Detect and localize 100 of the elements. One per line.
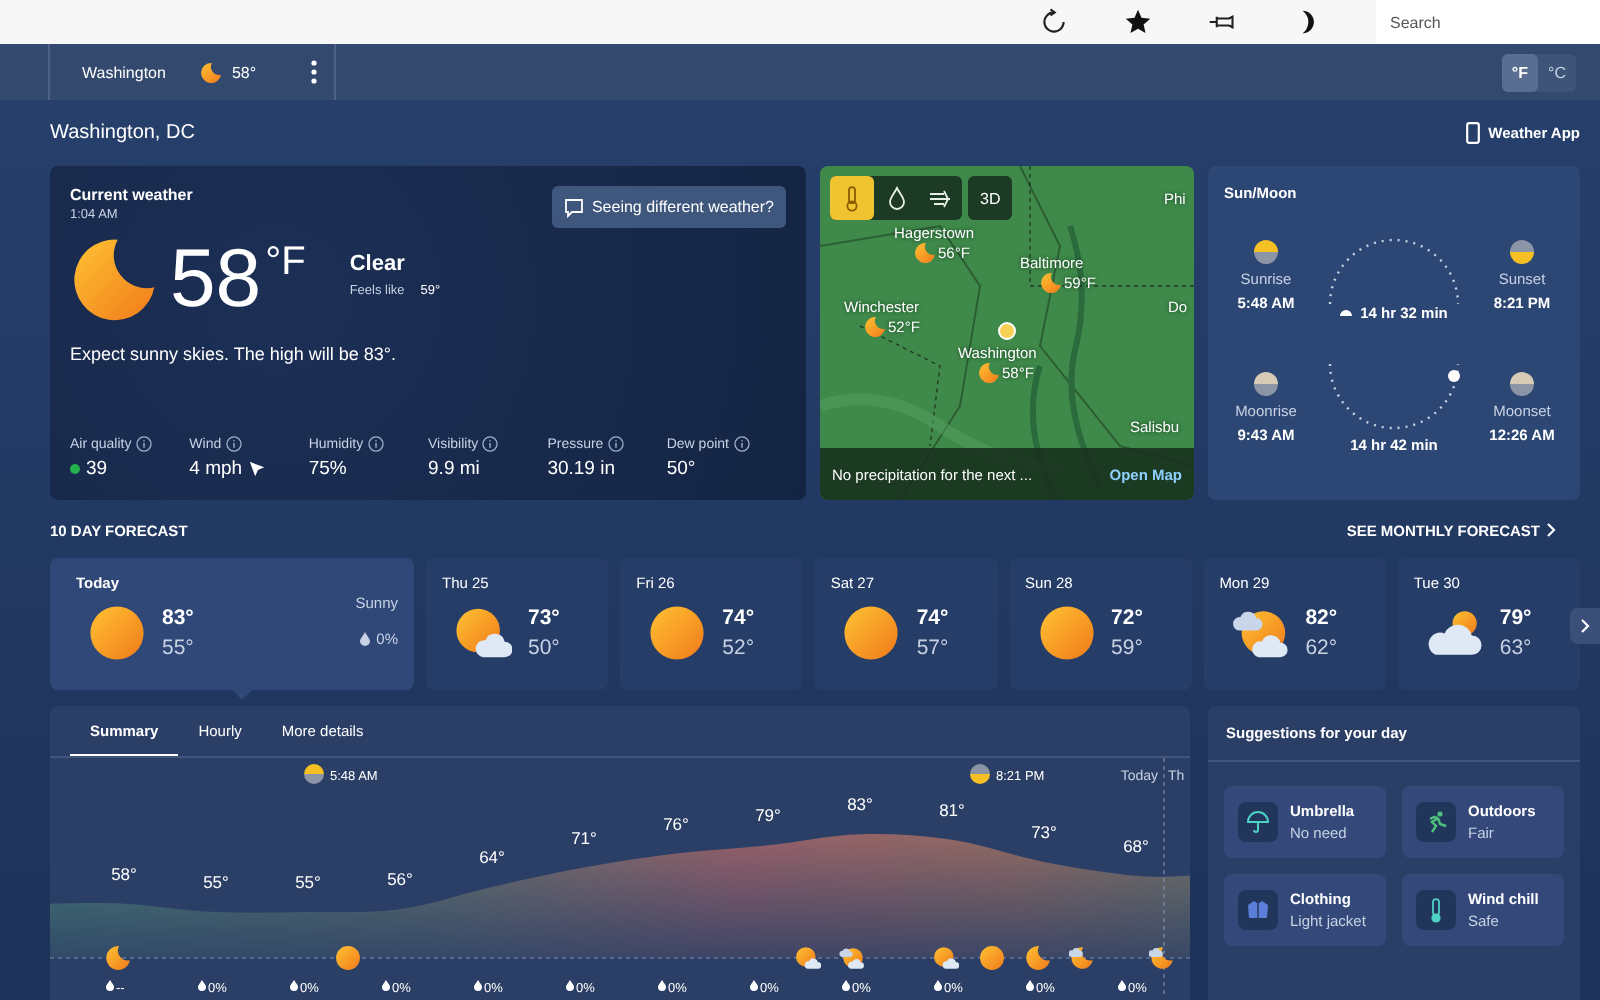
temperature-label: 56° (387, 869, 413, 890)
chevron-right-icon (1580, 618, 1590, 634)
drop-icon (474, 980, 482, 991)
drop-icon (887, 186, 905, 210)
sun-cloud-icon (796, 947, 822, 969)
sun-icon (336, 946, 360, 970)
sun-icon (1037, 604, 1096, 662)
sun-marker-icon (1340, 308, 1353, 316)
high-temperature: 72° (1111, 606, 1143, 630)
info-icon[interactable] (225, 436, 242, 452)
umbrella-icon (1246, 810, 1270, 834)
phone-icon (1466, 122, 1481, 144)
detail-value: 4 mph (189, 458, 243, 480)
high-temperature: 82° (1305, 606, 1338, 630)
more-options-icon[interactable] (310, 60, 319, 84)
sun-cloud-icon (839, 948, 864, 969)
temperature-label: 76° (663, 813, 689, 834)
moon-cloud-icon (1148, 947, 1173, 969)
temperature-label: 81° (939, 799, 965, 820)
temperature-label: 55° (295, 872, 321, 892)
moon-icon (106, 946, 130, 970)
high-temperature: 74° (916, 606, 949, 630)
high-temperature: 73° (528, 606, 560, 630)
star-icon[interactable] (1124, 8, 1152, 36)
sun-icon (648, 604, 707, 662)
location-name[interactable]: Washington (82, 63, 166, 81)
drop-icon (106, 980, 114, 991)
temperature-label: 83° (847, 794, 873, 815)
weather-summary: Expect sunny skies. The high will be 83°. (70, 344, 399, 364)
drop-icon (842, 980, 850, 991)
drop-icon (934, 980, 942, 991)
sunrise-icon (304, 764, 324, 784)
drop-icon (198, 980, 206, 991)
location-title: Washington, DC (50, 122, 195, 144)
sun-cloud-icon (934, 947, 960, 969)
moon-icon (1026, 946, 1050, 970)
detail-value: 39 (86, 458, 108, 480)
runner-icon (1424, 810, 1448, 834)
feedback-button[interactable]: Seeing different weather? (551, 186, 786, 228)
temperature-label: 64° (479, 847, 505, 867)
detail-value: 50° (666, 458, 696, 480)
location-temperature: 58° (231, 63, 257, 81)
chat-icon (563, 197, 584, 217)
drop-icon (566, 980, 574, 991)
drop-icon (360, 632, 371, 646)
sun-icon (980, 946, 1004, 970)
sunset-icon (1510, 240, 1534, 264)
high-temperature: 79° (1499, 606, 1532, 630)
drop-icon (658, 980, 666, 991)
detail-value: 9.9 mi (428, 458, 480, 480)
temperature-label: 68° (1123, 835, 1149, 856)
low-temperature: 50° (528, 636, 560, 660)
temperature-label: 79° (755, 805, 781, 826)
drop-icon (750, 980, 758, 991)
moon-icon (978, 362, 1000, 384)
search-field[interactable]: Search (1376, 0, 1600, 44)
moon-icon (199, 61, 222, 83)
detail-value: 75% (308, 458, 347, 480)
drop-icon (382, 980, 390, 991)
detail-value: 30.19 in (547, 458, 615, 480)
info-icon[interactable] (733, 436, 749, 452)
temperature-label: 55° (203, 872, 229, 892)
sun-icon (842, 604, 901, 662)
chevron-right-icon (1546, 522, 1556, 538)
moon-cloud-icon (1068, 947, 1093, 969)
low-temperature: 57° (916, 636, 949, 660)
temperature-unit: °F (265, 240, 306, 286)
drop-icon (1118, 980, 1126, 991)
drop-icon (290, 980, 298, 991)
3d-view-button[interactable]: 3D (968, 176, 1013, 220)
unit-toggle[interactable]: °C (1538, 53, 1576, 91)
low-temperature: 62° (1305, 636, 1338, 660)
temperature-label: 58° (111, 863, 137, 884)
card-title: Current weather (70, 186, 193, 204)
temperature-label: 71° (571, 827, 597, 848)
thermometer-icon (844, 185, 860, 211)
info-icon[interactable] (367, 436, 384, 452)
jacket-icon (1246, 898, 1270, 922)
low-temperature: 59° (1111, 636, 1143, 660)
high-temperature: 83° (162, 606, 194, 630)
drop-icon (1026, 980, 1034, 991)
current-temperature: 58 (170, 232, 262, 324)
moon-icon (70, 236, 158, 324)
thermometer-icon (1428, 897, 1444, 923)
temperature-label: 73° (1031, 821, 1057, 842)
moon-icon (914, 242, 936, 264)
condition-text: Clear (349, 252, 407, 276)
unit-toggle[interactable]: °F (1501, 53, 1539, 91)
refresh-icon[interactable] (1040, 8, 1068, 36)
sun-cloud-icon (454, 604, 512, 662)
high-temperature: 74° (722, 606, 755, 630)
wind-direction-icon (248, 460, 267, 478)
info-icon[interactable] (482, 436, 499, 452)
wind-icon (928, 188, 952, 208)
next-arrow-button[interactable] (1570, 608, 1600, 644)
moonrise-icon (1254, 372, 1278, 396)
moon-icon (864, 316, 886, 338)
info-icon[interactable] (607, 436, 624, 452)
low-temperature: 63° (1499, 636, 1532, 660)
info-icon[interactable] (135, 436, 152, 452)
